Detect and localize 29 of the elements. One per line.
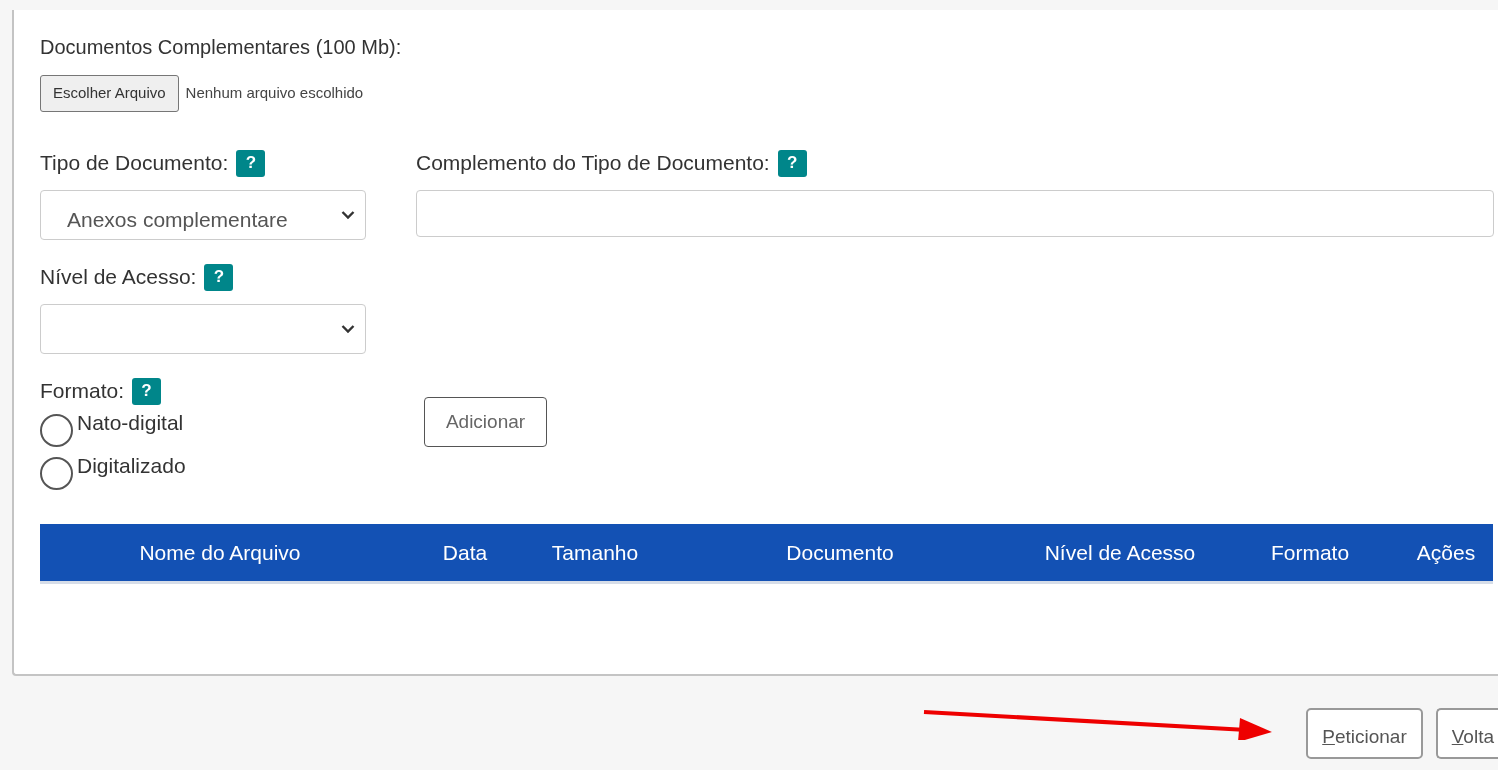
complement-input[interactable] <box>416 190 1494 237</box>
column-header: Documento <box>786 539 894 566</box>
help-badge[interactable]: ? <box>777 149 807 177</box>
section-title: Documentos Complementares (100 Mb): <box>40 35 403 60</box>
field-label: Tipo de Documento: <box>40 150 229 177</box>
radio-button[interactable] <box>40 457 73 490</box>
document-type-select[interactable]: Anexos complementare <box>40 190 366 240</box>
column-header: Ações <box>1416 539 1476 566</box>
chevron-icon <box>341 324 355 334</box>
radio-button[interactable] <box>40 414 73 447</box>
radio-label: Digitalizado <box>77 453 186 478</box>
file-status: Nenhum arquivo escolhido <box>185 83 364 104</box>
field-label: Nível de Acesso: <box>40 264 197 291</box>
action-button[interactable]: Volta <box>1435 708 1498 759</box>
column-header: Nome do Arquivo <box>139 539 301 566</box>
action-button[interactable]: Peticionar <box>1306 708 1423 759</box>
column-header: Tamanho <box>551 539 639 566</box>
column-header: Formato <box>1270 539 1350 566</box>
field-label: Complemento do Tipo de Documento: <box>416 150 770 177</box>
help-badge[interactable]: ? <box>236 149 266 177</box>
radio-label: Nato-digital <box>77 410 184 435</box>
field-label: Formato: <box>40 378 125 405</box>
help-badge[interactable]: ? <box>204 263 234 291</box>
add-button[interactable]: Adicionar <box>424 397 547 447</box>
help-badge[interactable]: ? <box>132 377 162 405</box>
column-header: Nível de Acesso <box>1044 539 1196 566</box>
choose-file-button[interactable]: Escolher Arquivo <box>40 75 179 112</box>
column-header: Data <box>442 539 488 566</box>
chevron-icon <box>341 210 355 220</box>
